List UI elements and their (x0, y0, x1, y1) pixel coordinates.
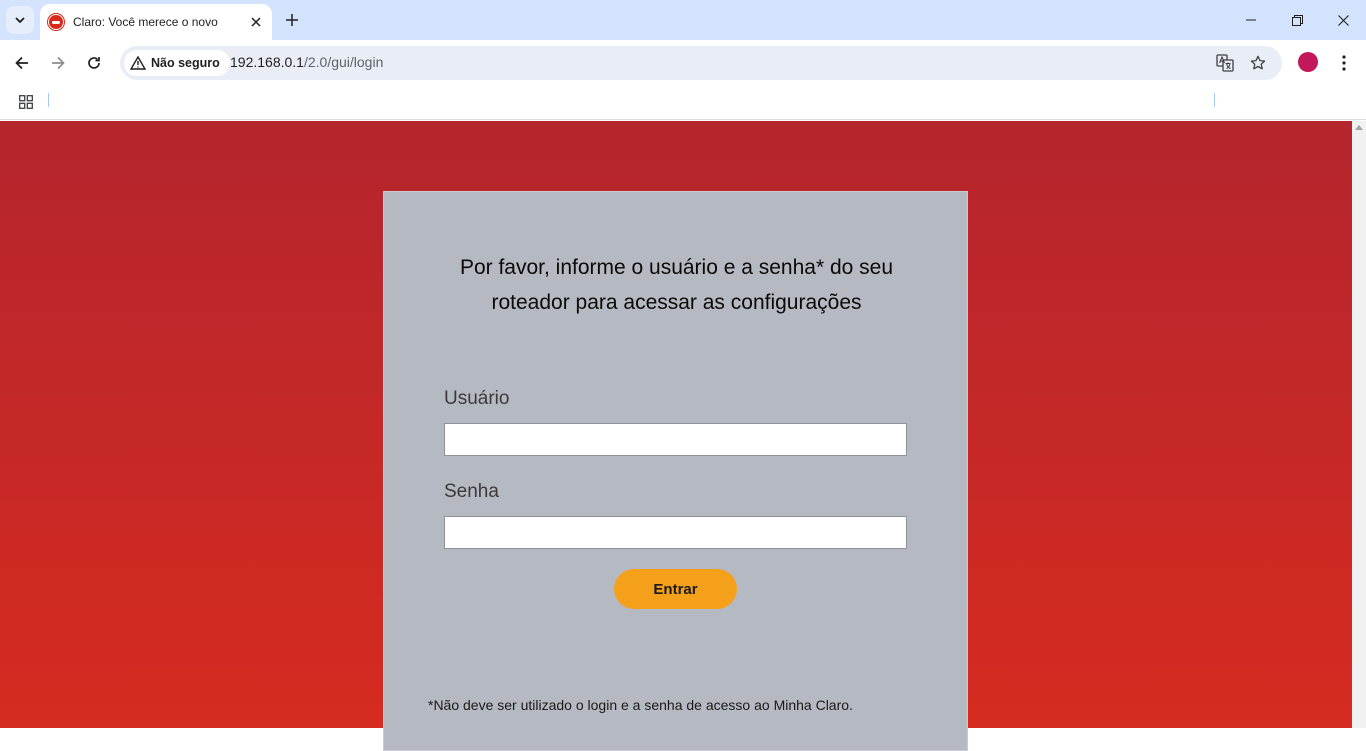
star-icon (1250, 55, 1266, 70)
reload-icon (88, 57, 100, 69)
back-button[interactable] (8, 49, 36, 77)
page-background: Por favor, informe o usuário e a senha* … (0, 121, 1352, 751)
profile-avatar[interactable] (1298, 52, 1318, 72)
bookmarks-separator (48, 93, 49, 107)
browser-toolbar: Não seguro 192.168.0.1/2.0/gui/login (0, 40, 1366, 86)
username-label: Usuário (444, 388, 510, 409)
restore-icon (1291, 14, 1303, 26)
more-vertical-icon (1342, 55, 1346, 71)
restore-button[interactable] (1274, 0, 1320, 40)
browser-titlebar: Claro: Você merece o novo (0, 0, 1366, 40)
login-heading: Por favor, informe o usuário e a senha* … (459, 256, 894, 314)
url-text[interactable]: 192.168.0.1/2.0/gui/login (230, 54, 383, 70)
claro-favicon-icon (48, 14, 64, 30)
translate-button[interactable] (1215, 53, 1235, 73)
tab-search-button[interactable] (6, 6, 34, 34)
chevron-down-icon (15, 17, 25, 23)
scroll-up-arrow-icon[interactable] (1355, 125, 1363, 130)
warning-triangle-icon (130, 56, 146, 70)
close-icon (1337, 14, 1349, 26)
bookmarks-separator (1214, 93, 1215, 107)
arrow-right-icon (52, 56, 65, 70)
url-path: /2.0/gui/login (303, 54, 384, 70)
site-info-chip[interactable]: Não seguro (124, 50, 230, 76)
arrow-left-icon (15, 56, 28, 70)
username-input[interactable] (444, 423, 907, 456)
tab-title: Claro: Você merece o novo (73, 15, 218, 29)
security-label: Não seguro (151, 56, 220, 70)
minimize-button[interactable] (1228, 0, 1274, 40)
browser-menu-button[interactable] (1334, 49, 1354, 77)
tab-close-button[interactable] (248, 14, 264, 30)
apps-button[interactable] (16, 92, 36, 112)
password-label: Senha (444, 481, 499, 502)
translate-icon (1216, 54, 1234, 72)
apps-grid-icon (19, 95, 33, 109)
browser-tab-active[interactable]: Claro: Você merece o novo (40, 4, 272, 40)
new-tab-button[interactable] (280, 8, 304, 32)
password-input[interactable] (444, 516, 907, 549)
url-host: 192.168.0.1 (230, 54, 304, 70)
bookmark-star-button[interactable] (1248, 53, 1268, 73)
address-bar[interactable]: Não seguro 192.168.0.1/2.0/gui/login (120, 46, 1282, 80)
plus-icon (286, 14, 298, 26)
login-card: Por favor, informe o usuário e a senha* … (383, 191, 968, 751)
bookmarks-bar (0, 86, 1366, 120)
login-submit-button[interactable]: Entrar (614, 569, 737, 609)
page-scrollbar[interactable] (1352, 121, 1366, 728)
forward-button[interactable] (44, 49, 72, 77)
close-icon (251, 17, 261, 27)
close-window-button[interactable] (1320, 0, 1366, 40)
login-footnote: *Não deve ser utilizado o login e a senh… (428, 697, 853, 713)
minimize-icon (1246, 19, 1256, 21)
reload-button[interactable] (80, 49, 108, 77)
